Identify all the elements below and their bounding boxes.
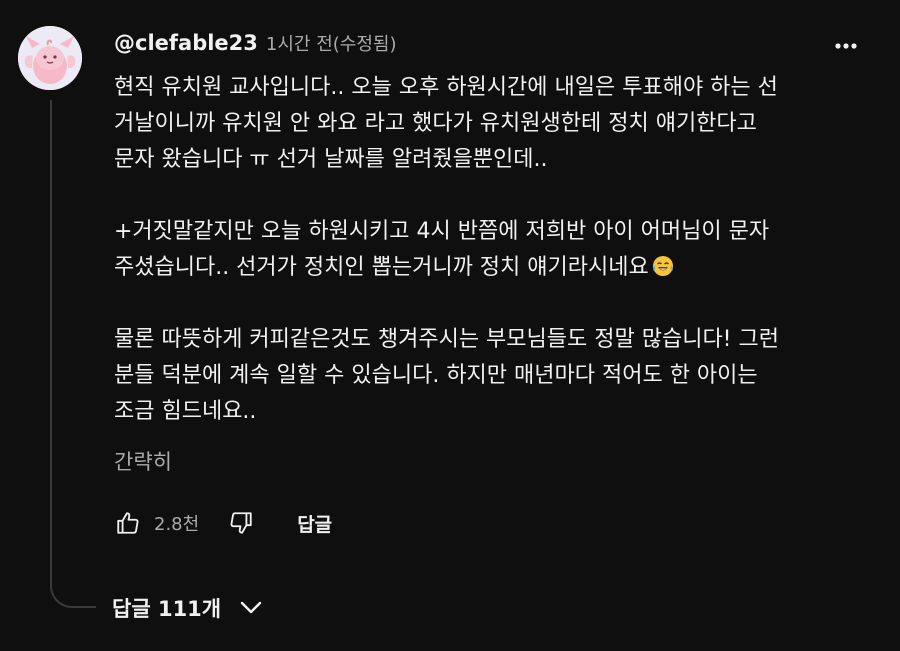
comment-paragraph: +거짓말같지만 오늘 하원시키고 4시 반쯤에 저희반 아이 어머님이 문자 주… <box>114 214 884 286</box>
chevron-down-icon <box>240 601 262 614</box>
like-count: 2.8천 <box>154 514 200 535</box>
comment-line: 현직 유치원 교사입니다.. 오늘 오후 하원시간에 내일은 투표해야 하는 선 <box>114 75 778 100</box>
like-button[interactable] <box>108 503 148 543</box>
comment-thread: @clefable23 1시간 전(수정됨) 현직 유치원 교사입니다.. 오늘… <box>0 0 900 651</box>
comment-line: 물론 따뜻하게 커피같은것도 챙겨주시는 부모님들도 정말 많습니다! 그런 <box>114 327 779 352</box>
comment-line: 문자 왔습니다 ㅠ 선거 날짜를 알려줬을뿐인데.. <box>114 147 548 172</box>
replies-count-label: 답글 111개 <box>112 597 222 621</box>
author-name[interactable]: @clefable23 <box>114 31 258 55</box>
comment-line: 조금 힘드네요.. <box>114 399 257 424</box>
comment-line: 분들 덕분에 계속 일할 수 있습니다. 하지만 매년마다 적어도 한 아이는 <box>114 363 758 388</box>
comment-line: +거짓말같지만 오늘 하원시키고 4시 반쯤에 저희반 아이 어머님이 문자 <box>114 219 770 244</box>
show-less-button[interactable]: 간략히 <box>114 446 172 476</box>
more-options-button[interactable] <box>826 28 866 64</box>
view-replies-button[interactable]: 답글 111개 <box>112 588 263 628</box>
comment-line: 거날이니까 유치원 안 와요 라고 했다가 유치원생한테 정치 얘기한다고 <box>114 111 757 136</box>
more-vert-icon <box>835 43 857 49</box>
comment-header: @clefable23 1시간 전(수정됨) <box>114 30 396 56</box>
comment-line-text: 주셨습니다.. 선거가 정치인 뽑는거니까 정치 얘기라시네요 <box>114 255 649 280</box>
comment-timestamp[interactable]: 1시간 전(수정됨) <box>266 30 397 56</box>
clefable-avatar-icon <box>18 26 82 90</box>
tears-of-joy-emoji-icon <box>652 256 673 276</box>
comment-line: 주셨습니다.. 선거가 정치인 뽑는거니까 정치 얘기라시네요 <box>114 250 884 286</box>
thumb-down-icon <box>230 512 252 534</box>
comment-body: 현직 유치원 교사입니다.. 오늘 오후 하원시간에 내일은 투표해야 하는 선… <box>114 70 884 466</box>
comment-paragraph: 현직 유치원 교사입니다.. 오늘 오후 하원시간에 내일은 투표해야 하는 선… <box>114 70 884 178</box>
comment-actions: 2.8천 답글 <box>108 503 332 543</box>
thread-connector-line <box>50 100 52 580</box>
avatar[interactable] <box>18 26 82 90</box>
thread-connector-curve <box>50 570 96 608</box>
thumb-up-icon <box>117 512 139 534</box>
comment-paragraph: 물론 따뜻하게 커피같은것도 챙겨주시는 부모님들도 정말 많습니다! 그런 분… <box>114 322 884 430</box>
reply-button[interactable]: 답글 <box>297 510 332 537</box>
dislike-button[interactable] <box>221 503 261 543</box>
